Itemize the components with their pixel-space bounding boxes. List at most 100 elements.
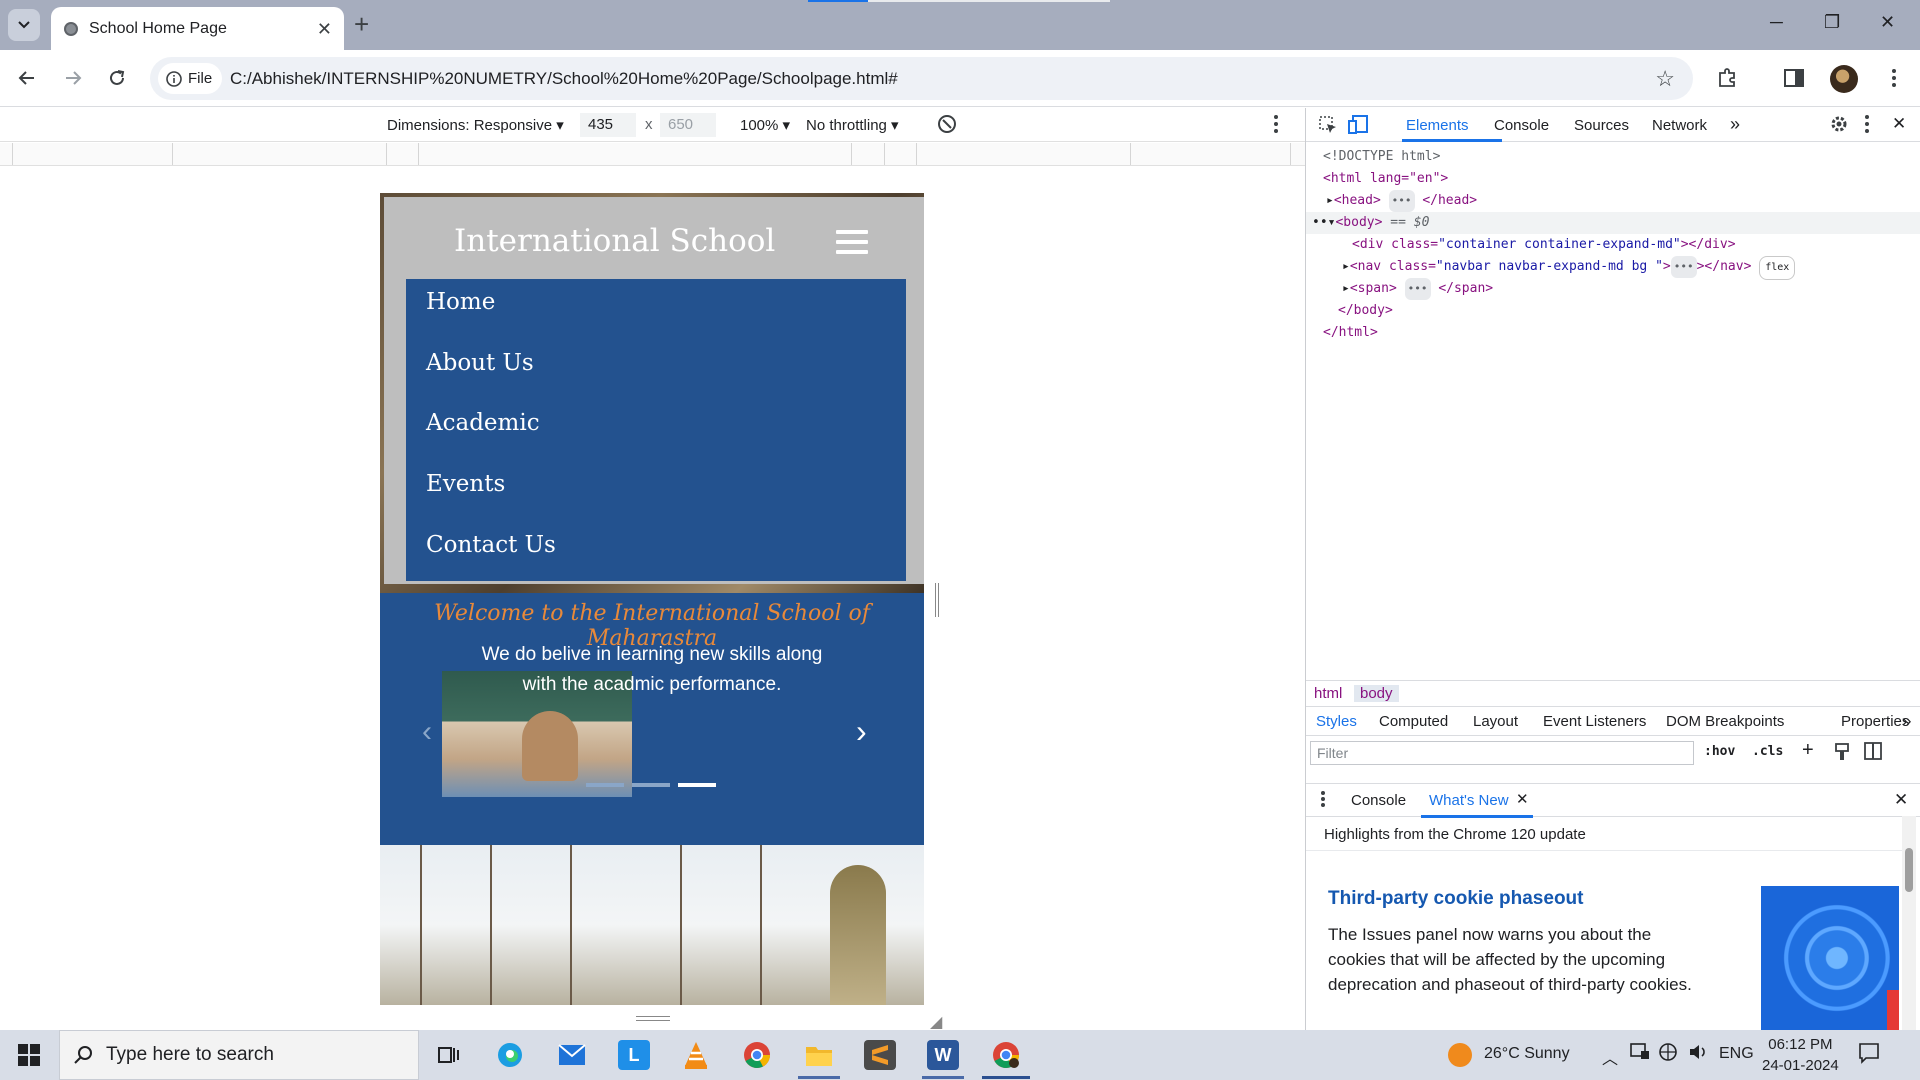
device-toggle-icon[interactable] bbox=[1348, 115, 1370, 139]
dom-html-open[interactable]: <html lang="en"> bbox=[1323, 168, 1448, 190]
taskbar-search-input[interactable]: Type here to search bbox=[59, 1030, 419, 1080]
windows-start-icon[interactable] bbox=[18, 1044, 40, 1070]
tab-sources[interactable]: Sources bbox=[1574, 117, 1629, 134]
file-explorer-icon[interactable] bbox=[803, 1040, 835, 1070]
tab-event-listeners[interactable]: Event Listeners bbox=[1543, 713, 1646, 730]
browser-tab[interactable]: School Home Page ✕ bbox=[51, 7, 344, 50]
zoom-dropdown[interactable]: 100% ▾ bbox=[740, 116, 790, 134]
tab-dom-breakpoints[interactable]: DOM Breakpoints bbox=[1666, 713, 1784, 730]
dom-div-node[interactable]: <div class="container container-expand-m… bbox=[1352, 234, 1736, 256]
task-view-icon[interactable] bbox=[433, 1040, 465, 1070]
new-tab-button[interactable]: + bbox=[354, 10, 369, 38]
tab-computed[interactable]: Computed bbox=[1379, 713, 1448, 730]
drawer-tab-console[interactable]: Console bbox=[1351, 792, 1406, 809]
browser-menu-button[interactable] bbox=[1880, 64, 1908, 92]
nav-item-academic[interactable]: Academic bbox=[426, 410, 540, 436]
close-whats-new-icon[interactable]: ✕ bbox=[1516, 790, 1529, 808]
breadcrumb-body[interactable]: body bbox=[1354, 685, 1399, 702]
mail-icon[interactable] bbox=[556, 1040, 588, 1070]
carousel-next-icon[interactable]: › bbox=[856, 713, 867, 750]
styles-tab-bar: Styles Computed Layout Event Listeners D… bbox=[1306, 706, 1920, 736]
bookmark-star-icon[interactable]: ☆ bbox=[1655, 66, 1675, 92]
rotate-icon[interactable] bbox=[936, 113, 958, 139]
drawer-menu-icon[interactable] bbox=[1320, 790, 1326, 812]
address-bar[interactable]: File C:/Abhishek/INTERNSHIP%20NUMETRY/Sc… bbox=[150, 57, 1693, 100]
dom-nav-node[interactable]: ▸<nav class="navbar navbar-expand-md bg … bbox=[1342, 256, 1796, 280]
tab-network[interactable]: Network bbox=[1652, 117, 1707, 134]
minimize-button[interactable]: ─ bbox=[1770, 12, 1783, 33]
nav-item-home[interactable]: Home bbox=[426, 289, 495, 315]
tab-search-button[interactable] bbox=[8, 9, 40, 41]
hov-toggle[interactable]: :hov bbox=[1704, 744, 1735, 759]
devtools-menu-icon[interactable] bbox=[1864, 114, 1870, 138]
dom-span-node[interactable]: ▸<span> ••• </span> bbox=[1342, 278, 1493, 300]
close-tab-icon[interactable]: ✕ bbox=[317, 19, 332, 40]
tab-elements[interactable]: Elements bbox=[1406, 117, 1469, 134]
viewport-width-input[interactable]: 435 bbox=[580, 113, 636, 137]
weather-sun-icon[interactable] bbox=[1448, 1043, 1472, 1067]
extensions-button[interactable] bbox=[1713, 64, 1741, 92]
taskbar-clock[interactable]: 06:12 PM 24-01-2024 bbox=[1762, 1034, 1839, 1076]
nav-item-about-us[interactable]: About Us bbox=[426, 350, 534, 376]
chrome-icon[interactable] bbox=[741, 1040, 773, 1070]
dom-head-node[interactable]: ▸<head> ••• </head> bbox=[1326, 190, 1477, 212]
tray-globe-icon[interactable] bbox=[1658, 1042, 1678, 1067]
drawer-scrollbar[interactable] bbox=[1902, 816, 1916, 1030]
more-tabs-icon[interactable]: » bbox=[1730, 114, 1740, 135]
reload-button[interactable] bbox=[103, 64, 131, 92]
breadcrumb-html[interactable]: html bbox=[1308, 685, 1348, 702]
close-drawer-icon[interactable]: ✕ bbox=[1894, 790, 1908, 810]
paint-brush-icon[interactable] bbox=[1834, 742, 1850, 766]
carousel-indicator[interactable] bbox=[632, 783, 670, 787]
site-info-chip[interactable]: File bbox=[158, 63, 223, 94]
whats-new-title[interactable]: Third-party cookie phaseout bbox=[1328, 888, 1583, 910]
notification-icon[interactable] bbox=[1858, 1042, 1880, 1069]
toggle-sidebar-icon[interactable] bbox=[1864, 742, 1882, 764]
carousel-indicator[interactable] bbox=[586, 783, 624, 787]
carousel-prev-icon[interactable]: ‹ bbox=[422, 715, 432, 749]
tab-styles[interactable]: Styles bbox=[1316, 713, 1357, 730]
viewport-resize-handle-right[interactable] bbox=[935, 583, 939, 617]
styles-filter-input[interactable]: Filter bbox=[1310, 741, 1694, 765]
edge-icon[interactable] bbox=[494, 1040, 526, 1070]
nav-item-contact-us[interactable]: Contact Us bbox=[426, 532, 556, 558]
drawer-tab-whats-new[interactable]: What's New bbox=[1429, 792, 1509, 809]
viewport-height-input[interactable]: 650 bbox=[660, 113, 716, 137]
side-panel-button[interactable] bbox=[1780, 64, 1808, 92]
chrome-active-icon[interactable] bbox=[990, 1040, 1022, 1070]
viewport-resize-handle-bottom[interactable] bbox=[636, 1016, 670, 1021]
tab-console[interactable]: Console bbox=[1494, 117, 1549, 134]
back-button[interactable] bbox=[13, 64, 41, 92]
settings-gear-icon[interactable] bbox=[1829, 114, 1849, 138]
app-l-icon[interactable]: L bbox=[618, 1040, 650, 1070]
vlc-icon[interactable] bbox=[680, 1040, 712, 1070]
tab-properties[interactable]: Properties bbox=[1841, 713, 1909, 730]
maximize-button[interactable]: ❐ bbox=[1824, 12, 1840, 33]
url-text[interactable]: C:/Abhishek/INTERNSHIP%20NUMETRY/School%… bbox=[230, 69, 898, 89]
sublime-text-icon[interactable] bbox=[864, 1040, 896, 1070]
forward-button[interactable] bbox=[59, 64, 87, 92]
viewport-resize-corner-icon[interactable]: ◢ bbox=[930, 1012, 942, 1032]
more-style-tabs-icon[interactable]: » bbox=[1902, 711, 1911, 731]
dimensions-dropdown[interactable]: Dimensions: Responsive ▾ bbox=[387, 116, 564, 134]
word-icon[interactable]: W bbox=[927, 1040, 959, 1070]
device-more-options-icon[interactable] bbox=[1273, 114, 1279, 138]
tab-layout[interactable]: Layout bbox=[1473, 713, 1518, 730]
language-indicator[interactable]: ENG bbox=[1719, 1045, 1754, 1063]
tray-network-icon[interactable] bbox=[1630, 1042, 1650, 1065]
cls-toggle[interactable]: .cls bbox=[1752, 744, 1783, 759]
throttling-dropdown[interactable]: No throttling ▾ bbox=[806, 116, 899, 134]
tray-volume-icon[interactable] bbox=[1688, 1042, 1708, 1067]
carousel-indicator-active[interactable] bbox=[678, 783, 716, 787]
close-devtools-icon[interactable]: ✕ bbox=[1892, 114, 1906, 134]
dom-body-node[interactable]: ••▾<body> == $0 bbox=[1312, 212, 1429, 234]
weather-text[interactable]: 26°C Sunny bbox=[1484, 1045, 1570, 1063]
profile-avatar[interactable] bbox=[1830, 65, 1858, 93]
add-rule-icon[interactable]: + bbox=[1802, 739, 1814, 762]
nav-item-events[interactable]: Events bbox=[426, 471, 505, 497]
inspect-element-icon[interactable] bbox=[1318, 115, 1338, 139]
site-brand[interactable]: International School bbox=[454, 223, 775, 259]
tray-chevron-up-icon[interactable]: ︿ bbox=[1602, 1045, 1618, 1069]
close-window-button[interactable]: ✕ bbox=[1880, 12, 1895, 33]
hamburger-menu-icon[interactable] bbox=[836, 230, 868, 254]
